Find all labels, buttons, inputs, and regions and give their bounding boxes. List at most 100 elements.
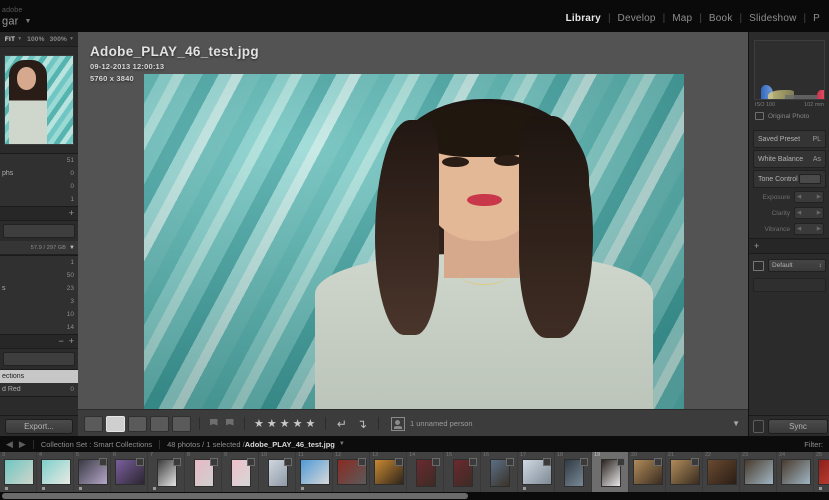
filmstrip-thumbnail[interactable]	[744, 459, 774, 485]
star-icon[interactable]: ★	[280, 417, 290, 430]
stepper-decrease-icon[interactable]: ◀	[797, 226, 801, 232]
filmstrip-badge-icon[interactable]	[432, 458, 440, 466]
filmstrip-scrollbar-thumb[interactable]	[2, 493, 468, 499]
module-library[interactable]: Library	[559, 13, 608, 24]
collection-row-smart-collections[interactable]: ections	[0, 370, 78, 383]
stepper-increase-icon[interactable]: ▶	[817, 210, 821, 216]
navigator-caret-icon[interactable]: ▼	[17, 36, 22, 42]
catalog-row[interactable]: 0	[0, 180, 78, 193]
folder-row[interactable]: 50	[0, 269, 78, 282]
filmstrip-badge-icon[interactable]	[247, 458, 255, 466]
filmstrip-scrollbar[interactable]	[0, 492, 829, 500]
navigator-zoom-caret-icon[interactable]: ▼	[69, 36, 74, 42]
add-folder-button[interactable]: +	[69, 209, 74, 218]
remove-collection-button[interactable]: −	[58, 337, 63, 346]
star-icon[interactable]: ★	[267, 417, 277, 430]
filmstrip-cell[interactable]: 14	[407, 452, 444, 492]
module-map[interactable]: Map	[665, 13, 699, 24]
keyword-set-row[interactable]: Default ↕	[753, 257, 826, 274]
filmstrip-cell[interactable]: 21	[666, 452, 703, 492]
folder-row[interactable]: 14	[0, 321, 78, 334]
module-book[interactable]: Book	[702, 13, 740, 24]
navigator-zoom-fit[interactable]: FIT	[5, 36, 15, 43]
filmstrip-flag-dot-icon[interactable]	[301, 487, 304, 490]
grid-view-icon[interactable]	[84, 416, 103, 432]
filmstrip-thumbnail[interactable]	[300, 459, 330, 485]
filmstrip-flag-dot-icon[interactable]	[42, 487, 45, 490]
star-icon[interactable]: ★	[254, 417, 264, 430]
filmstrip-thumbnail[interactable]	[4, 459, 34, 485]
keyword-set-dropdown[interactable]: Default ↕	[768, 259, 826, 272]
filmstrip-cell[interactable]: 13	[370, 452, 407, 492]
filmstrip-thumbnail[interactable]	[707, 459, 737, 485]
folder-search-input[interactable]	[3, 224, 75, 238]
stepper-decrease-icon[interactable]: ◀	[797, 210, 801, 216]
rotate-right-icon[interactable]: ↴	[357, 417, 367, 431]
filmstrip-cell[interactable]: 16	[481, 452, 518, 492]
exposure-row[interactable]: Exposure ◀▶	[753, 190, 826, 204]
identity-plate[interactable]: adobe gar▼	[2, 6, 32, 28]
filmstrip[interactable]: 345678910111213141516171819202122232425	[0, 452, 829, 492]
compare-view-icon[interactable]	[128, 416, 147, 432]
filmstrip-badge-icon[interactable]	[173, 458, 181, 466]
navigate-back-icon[interactable]: ◀	[6, 439, 13, 450]
module-develop[interactable]: Develop	[611, 13, 663, 24]
filmstrip-flag-dot-icon[interactable]	[79, 487, 82, 490]
filmstrip-flag-dot-icon[interactable]	[819, 487, 822, 490]
filmstrip-badge-icon[interactable]	[469, 458, 477, 466]
filmstrip-thumbnail[interactable]	[781, 459, 811, 485]
filmstrip-badge-icon[interactable]	[99, 458, 107, 466]
export-button[interactable]: Export...	[5, 419, 73, 434]
filmstrip-cell[interactable]: 18	[555, 452, 592, 492]
stepper-decrease-icon[interactable]: ◀	[797, 194, 801, 200]
filmstrip-badge-icon[interactable]	[136, 458, 144, 466]
volume-row[interactable]: 57.9 / 297 GB ▼	[0, 241, 78, 255]
survey-view-icon[interactable]	[150, 416, 169, 432]
filmstrip-badge-icon[interactable]	[506, 458, 514, 466]
catalog-row[interactable]: 51	[0, 154, 78, 167]
filmstrip-cell[interactable]: 23	[740, 452, 777, 492]
metadata-panel-placeholder[interactable]	[753, 278, 826, 292]
vibrance-row[interactable]: Vibrance ◀▶	[753, 222, 826, 236]
people-view-icon[interactable]	[172, 416, 191, 432]
filmstrip-cell[interactable]: 20	[629, 452, 666, 492]
histogram[interactable]	[754, 40, 825, 100]
sync-settings-icon[interactable]	[753, 420, 764, 433]
filmstrip-flag-dot-icon[interactable]	[153, 487, 156, 490]
catalog-row[interactable]: 1	[0, 193, 78, 206]
filmstrip-cell[interactable]: 3	[0, 452, 37, 492]
filmstrip-cell[interactable]: 10	[259, 452, 296, 492]
original-photo-checkbox-icon[interactable]	[755, 112, 764, 120]
folder-row[interactable]: 3	[0, 295, 78, 308]
filmstrip-cell[interactable]: 6	[111, 452, 148, 492]
navigator-preview[interactable]	[4, 55, 74, 145]
filmstrip-badge-icon[interactable]	[358, 458, 366, 466]
dropdown-arrows-icon[interactable]: ↕	[819, 262, 822, 269]
volume-caret-icon[interactable]: ▼	[69, 245, 75, 251]
filmstrip-cell[interactable]: 25	[814, 452, 829, 492]
white-balance-row[interactable]: White Balance As	[753, 150, 826, 168]
navigate-forward-icon[interactable]: ▶	[19, 439, 26, 450]
sync-button[interactable]: Sync	[768, 419, 828, 434]
filmstrip-cell[interactable]: 17	[518, 452, 555, 492]
filmstrip-badge-icon[interactable]	[395, 458, 403, 466]
identity-plate-caret-icon[interactable]: ▼	[25, 15, 32, 28]
module-slideshow[interactable]: Slideshow	[742, 13, 803, 24]
filmstrip-badge-icon[interactable]	[654, 458, 662, 466]
flag-reject-icon[interactable]	[210, 419, 218, 429]
face-detection-icon[interactable]	[391, 417, 405, 431]
star-rating[interactable]: ★ ★ ★ ★ ★	[253, 417, 317, 430]
catalog-row[interactable]: phs0	[0, 167, 78, 180]
original-photo-row[interactable]: Original Photo	[749, 108, 829, 126]
folder-row[interactable]: s23	[0, 282, 78, 295]
loupe-view-icon[interactable]	[106, 416, 125, 432]
navigator-zoom-100[interactable]: 100%	[27, 36, 44, 43]
filmstrip-flag-dot-icon[interactable]	[5, 487, 8, 490]
filmstrip-cell[interactable]: 8	[185, 452, 222, 492]
collection-row[interactable]: d Red0	[0, 383, 78, 396]
tone-control-toggle[interactable]	[799, 174, 821, 184]
filmstrip-badge-icon[interactable]	[580, 458, 588, 466]
filmstrip-cell[interactable]: 12	[333, 452, 370, 492]
vibrance-stepper[interactable]: ◀▶	[794, 223, 824, 235]
star-icon[interactable]: ★	[293, 417, 303, 430]
